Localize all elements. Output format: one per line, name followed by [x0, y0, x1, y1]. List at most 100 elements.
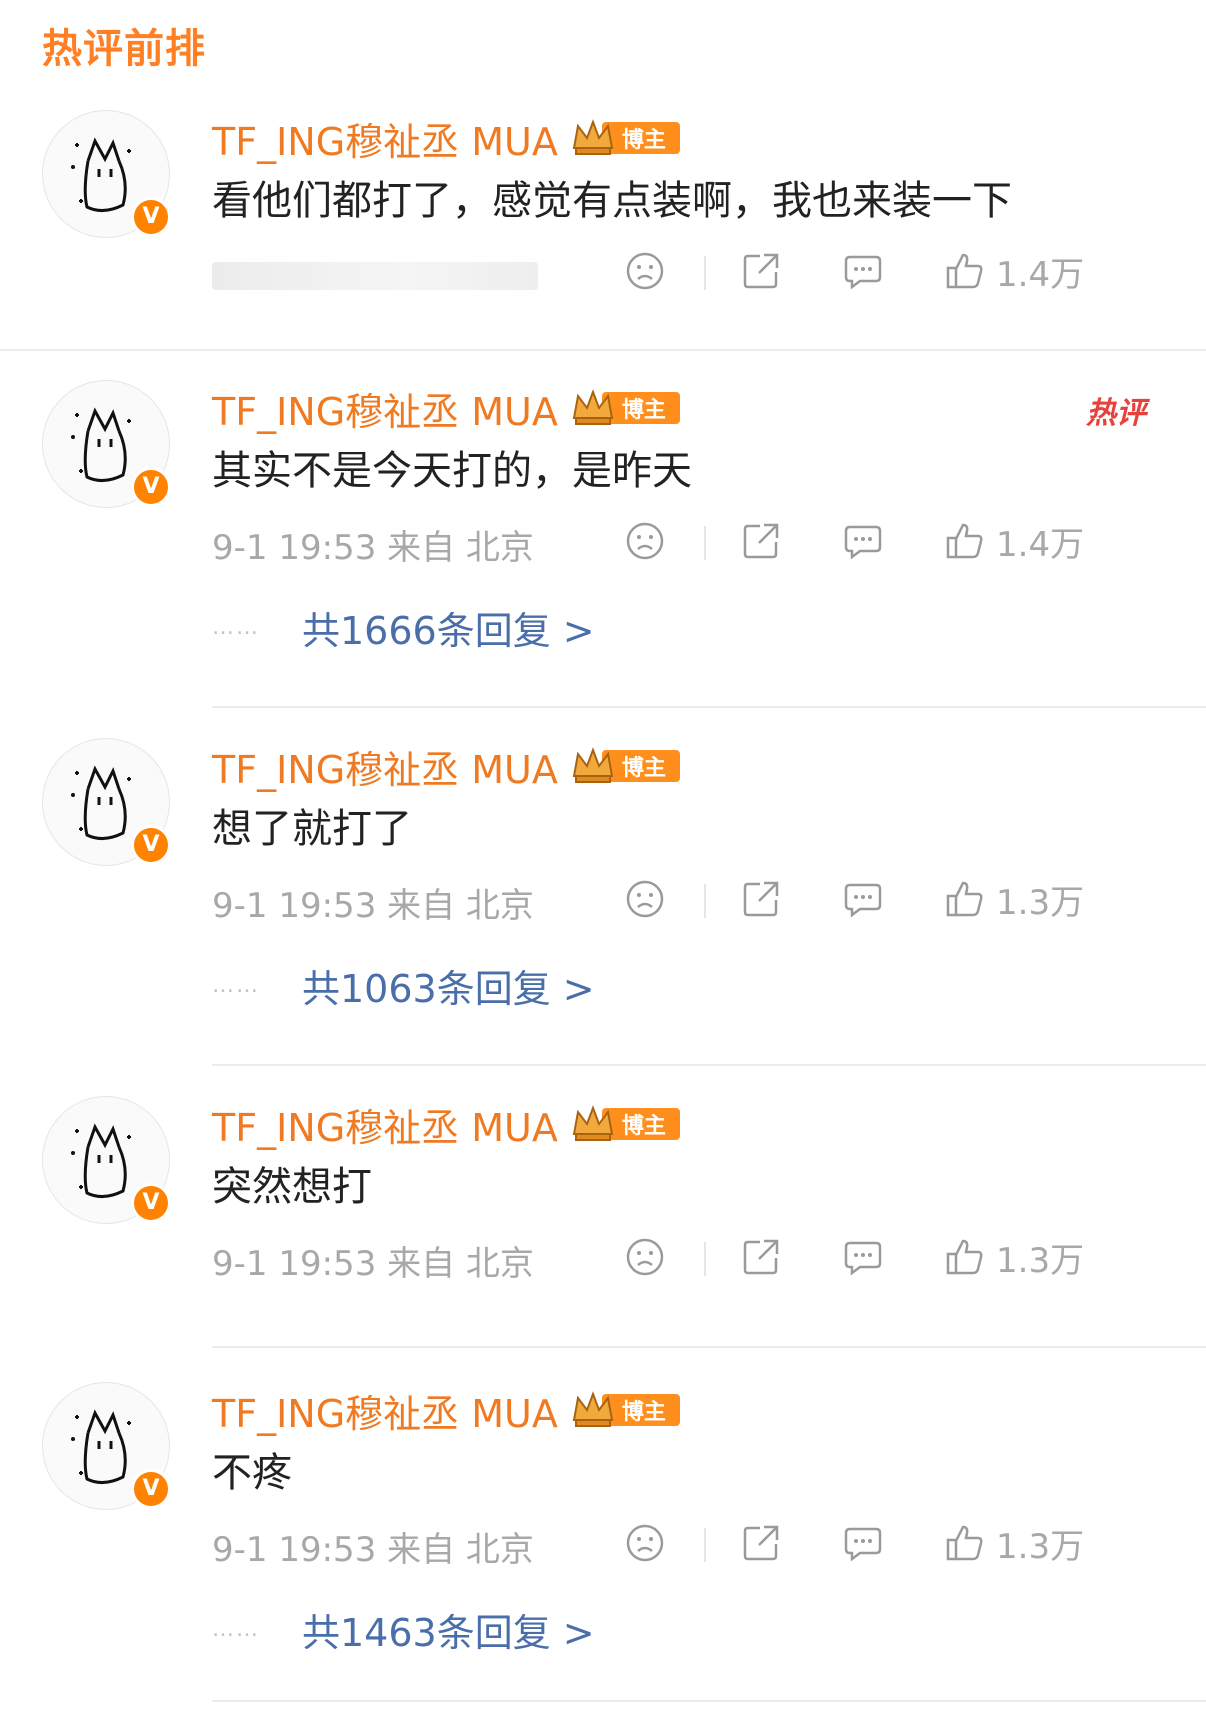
comment-button[interactable] — [842, 516, 884, 566]
avatar[interactable]: V — [42, 738, 171, 866]
comment-icon — [844, 255, 882, 290]
hot-comment-tag: 热评 — [1086, 396, 1146, 431]
like-button[interactable]: 1.4万 — [944, 516, 1084, 566]
avatar[interactable]: V — [42, 110, 171, 238]
verified-mark: V — [142, 474, 160, 499]
comment-icon — [844, 1527, 882, 1562]
like-count: 1.4万 — [996, 524, 1085, 565]
comment-button[interactable] — [842, 874, 884, 924]
view-replies-link[interactable]: 共1063条回复 > — [302, 958, 595, 1013]
verified-mark: V — [142, 832, 160, 857]
username[interactable]: TF_ING穆祉丞 MUA — [212, 381, 558, 436]
crown-icon — [572, 389, 614, 425]
share-icon — [743, 1239, 779, 1275]
dislike-button[interactable] — [624, 516, 666, 566]
thumbs-up-icon — [946, 881, 983, 917]
username[interactable]: TF_ING穆祉丞 MUA — [212, 111, 558, 166]
like-button[interactable]: 1.3万 — [944, 874, 1084, 924]
section-title: 热评前排 — [42, 26, 206, 72]
comment-meta: 9-1 19:53 来自 北京 — [212, 1530, 534, 1570]
blogger-badge: 博主 — [570, 389, 680, 426]
comment-text: 其实不是今天打的，是昨天 — [212, 448, 692, 494]
comment-text: 看他们都打了，感觉有点装啊，我也来装一下 — [212, 178, 1012, 224]
share-button[interactable] — [740, 1232, 782, 1282]
divider-line — [212, 706, 1206, 708]
comment-text: 突然想打 — [212, 1164, 372, 1210]
sad-face-icon — [626, 880, 664, 918]
username[interactable]: TF_ING穆祉丞 MUA — [212, 739, 558, 794]
divider — [704, 1528, 706, 1562]
share-button[interactable] — [740, 246, 782, 296]
divider-line — [0, 349, 1206, 351]
reply-row[interactable]: …… 共1063条回复 > — [212, 958, 595, 1013]
comment-button[interactable] — [842, 1518, 884, 1568]
comment-icon — [844, 525, 882, 560]
like-button[interactable]: 1.4万 — [944, 246, 1084, 296]
view-replies-link[interactable]: 共1666条回复 > — [302, 600, 595, 655]
comment-meta: 9-1 19:53 来自 北京 — [212, 528, 534, 568]
comment-meta-row: 9-1 19:53 来自 北京 — [212, 1518, 1172, 1570]
divider — [704, 256, 706, 290]
verified-icon: V — [131, 467, 171, 507]
avatar[interactable]: V — [42, 1382, 171, 1510]
thumbs-up-icon — [946, 253, 983, 289]
username-row: TF_ING穆祉丞 MUA 博主 — [212, 1386, 680, 1436]
reply-dots: …… — [212, 614, 260, 640]
thumbs-up-icon — [946, 1239, 983, 1275]
dislike-button[interactable] — [624, 874, 666, 924]
like-count: 1.3万 — [996, 1526, 1085, 1567]
share-icon — [743, 253, 779, 289]
divider — [704, 1242, 706, 1276]
crown-icon — [572, 119, 614, 155]
verified-icon: V — [131, 1469, 171, 1509]
comment-meta-row: 9-1 19:53 来自 北京 — [212, 874, 1172, 926]
dislike-button[interactable] — [624, 246, 666, 296]
comment-button[interactable] — [842, 246, 884, 296]
share-button[interactable] — [740, 516, 782, 566]
dislike-button[interactable] — [624, 1232, 666, 1282]
reply-row[interactable]: …… 共1463条回复 > — [212, 1602, 595, 1657]
thumbs-up-icon — [946, 1525, 983, 1561]
like-count: 1.3万 — [996, 882, 1085, 923]
blogger-badge: 博主 — [570, 1105, 680, 1142]
comment-meta: 9-1 19:53 来自 北京 — [212, 1244, 534, 1284]
like-count: 1.3万 — [996, 1240, 1085, 1281]
share-button[interactable] — [740, 1518, 782, 1568]
blogger-badge: 博主 — [570, 1391, 680, 1428]
share-icon — [743, 523, 779, 559]
username[interactable]: TF_ING穆祉丞 MUA — [212, 1383, 558, 1438]
divider-line — [212, 1346, 1206, 1348]
share-button[interactable] — [740, 874, 782, 924]
blurred-meta — [212, 262, 538, 290]
sad-face-icon — [626, 252, 664, 290]
divider-line — [212, 1064, 1206, 1066]
comment-text: 不疼 — [212, 1450, 292, 1496]
username[interactable]: TF_ING穆祉丞 MUA — [212, 1097, 558, 1152]
comment-text: 想了就打了 — [212, 806, 412, 852]
reply-dots: …… — [212, 1616, 260, 1642]
like-button[interactable]: 1.3万 — [944, 1232, 1084, 1282]
sad-face-icon — [626, 1524, 664, 1562]
avatar[interactable]: V — [42, 380, 171, 508]
sad-face-icon — [626, 1238, 664, 1276]
comment-icon — [844, 1241, 882, 1276]
view-replies-link[interactable]: 共1463条回复 > — [302, 1602, 595, 1657]
comment-button[interactable] — [842, 1232, 884, 1282]
dislike-button[interactable] — [624, 1518, 666, 1568]
divider — [704, 884, 706, 918]
crown-icon — [572, 747, 614, 783]
username-row: TF_ING穆祉丞 MUA 博主 — [212, 742, 680, 792]
like-button[interactable]: 1.3万 — [944, 1518, 1084, 1568]
verified-mark: V — [142, 1190, 160, 1215]
avatar[interactable]: V — [42, 1096, 171, 1224]
username-row: TF_ING穆祉丞 MUA 博主 — [212, 1100, 680, 1150]
blogger-badge: 博主 — [570, 747, 680, 784]
reply-row[interactable]: …… 共1666条回复 > — [212, 600, 595, 655]
share-icon — [743, 1525, 779, 1561]
thumbs-up-icon — [946, 523, 983, 559]
comment-icon — [844, 883, 882, 918]
verified-mark: V — [142, 1476, 160, 1501]
comment-meta-row: 9-1 19:53 来自 北京 — [212, 1232, 1172, 1284]
share-icon — [743, 881, 779, 917]
like-count: 1.4万 — [996, 254, 1085, 295]
